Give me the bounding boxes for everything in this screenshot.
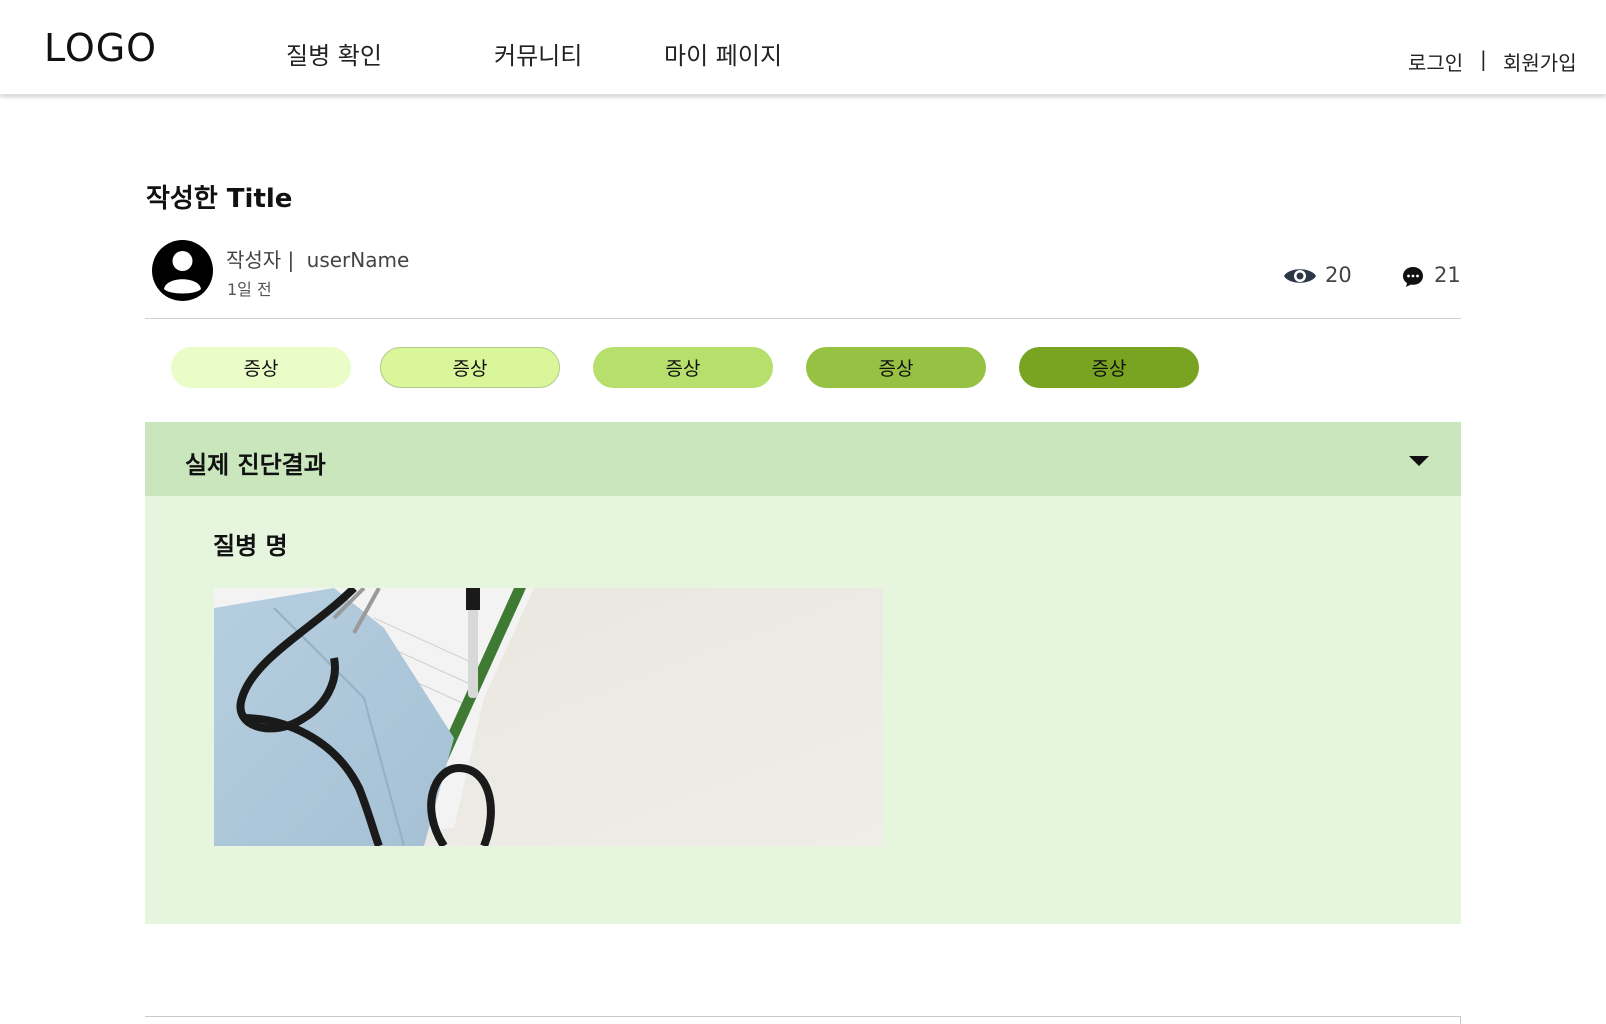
eye-icon [1284,269,1316,283]
post-title: 작성한 Title [146,184,293,214]
view-count: 20 [1325,263,1352,287]
symptom-tag[interactable]: 증상 [806,347,986,388]
top-nav-bar: LOGO 질병 확인 커뮤니티 마이 페이지 로그인 | 회원가입 [0,0,1606,95]
author-name[interactable]: userName [307,248,410,272]
symptom-tag[interactable]: 증상 [171,347,351,388]
author-info: 작성자 | userName [226,244,409,273]
signup-link[interactable]: 회원가입 [1503,47,1577,76]
nav-disease-check[interactable]: 질병 확인 [286,36,382,71]
chevron-down-icon[interactable] [1409,456,1429,466]
symptom-tag[interactable]: 증상 [593,347,773,388]
logo[interactable]: LOGO [44,26,157,70]
comment-count: 21 [1434,263,1461,287]
diagnosis-image [214,588,883,846]
diagnosis-section-title: 실제 진단결과 [185,451,326,479]
symptom-tag[interactable]: 증상 [380,347,560,388]
stethoscope-image [214,588,883,846]
avatar-icon[interactable] [152,240,213,301]
divider [145,318,1461,319]
symptom-tag[interactable]: 증상 [1019,347,1199,388]
diagnosis-accordion-header[interactable]: 실제 진단결과 [145,422,1461,496]
nav-community[interactable]: 커뮤니티 [494,36,582,71]
login-link[interactable]: 로그인 [1408,47,1463,76]
auth-separator: | [1480,47,1487,71]
disease-name-label: 질병 명 [213,532,288,560]
author-label: 작성자 | [226,248,295,272]
diagnosis-accordion-body: 질병 명 [145,496,1461,924]
divider [145,1016,1461,1017]
nav-my-page[interactable]: 마이 페이지 [664,36,782,71]
comment-icon [1403,267,1423,287]
divider [1460,1016,1461,1024]
post-time: 1일 전 [227,280,272,299]
